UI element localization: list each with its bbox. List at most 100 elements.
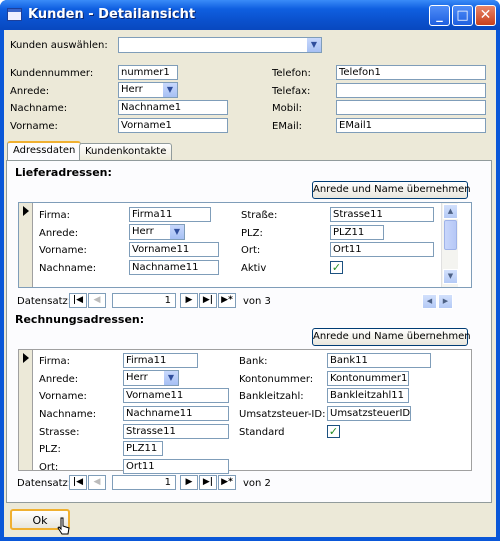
form-body: Kunden auswählen: ▼ Kundennummer: nummer… bbox=[4, 30, 496, 537]
scroll-right-icon[interactable]: ▶ bbox=[438, 294, 453, 309]
customer-select-label: Kunden auswählen: bbox=[10, 40, 108, 51]
liefer-firma-field[interactable]: Firma11 bbox=[129, 207, 211, 222]
lieferadressen-subform: Firma: Firma11 Anrede: Herr ▼ Vorname: Vo… bbox=[18, 202, 472, 288]
telefax-label: Telefax: bbox=[272, 86, 311, 97]
rechnung-anrede-value: Herr bbox=[126, 372, 148, 383]
liefer-nachname-field[interactable]: Nachname11 bbox=[129, 260, 219, 275]
rechnung-ort-field[interactable]: Ort11 bbox=[123, 459, 229, 474]
record-selector[interactable] bbox=[19, 203, 33, 287]
liefer-anrede-select[interactable]: Herr ▼ bbox=[129, 224, 185, 240]
rechnung-bank-field[interactable]: Bank11 bbox=[327, 353, 431, 368]
mobil-field[interactable] bbox=[336, 100, 486, 115]
new-record-icon[interactable]: ▶* bbox=[218, 475, 236, 490]
liefer-aktiv-checkbox[interactable]: ✓ bbox=[330, 261, 343, 274]
rechnung-firma-field[interactable]: Firma11 bbox=[123, 353, 198, 368]
rechnung-nachname-field[interactable]: Nachname11 bbox=[123, 406, 229, 421]
telefon-field[interactable]: Telefon1 bbox=[336, 65, 486, 80]
rechnung-copy-name-button[interactable]: Anrede und Name übernehmen bbox=[312, 328, 471, 346]
nachname-label: Nachname: bbox=[10, 103, 68, 114]
form-icon bbox=[7, 8, 22, 21]
rechnung-standard-label: Standard bbox=[239, 427, 285, 438]
rechnung-ust-field[interactable]: UmsatzsteuerID1 bbox=[327, 406, 411, 421]
rechnung-nav-label: Datensatz: bbox=[17, 478, 72, 489]
close-button[interactable]: ✕ bbox=[475, 5, 496, 26]
liefer-firma-label: Firma: bbox=[39, 210, 70, 221]
rechnungsadressen-heading: Rechnungsadressen: bbox=[15, 313, 145, 326]
rechnung-firma-label: Firma: bbox=[39, 356, 70, 367]
liefer-plz-label: PLZ: bbox=[241, 228, 263, 239]
vorname-field[interactable]: Vorname1 bbox=[118, 118, 228, 133]
rechnung-strasse-field[interactable]: Strasse11 bbox=[123, 424, 229, 439]
chevron-down-icon[interactable]: ▼ bbox=[163, 371, 178, 385]
nachname-field[interactable]: Nachname1 bbox=[118, 100, 228, 115]
liefer-copy-name-button[interactable]: Anrede und Name übernehmen bbox=[312, 181, 471, 199]
prev-record-icon[interactable]: ◀ bbox=[88, 475, 106, 490]
liefer-anrede-value: Herr bbox=[132, 226, 154, 237]
rechnung-vorname-label: Vorname: bbox=[39, 391, 87, 402]
liefer-vorname-label: Vorname: bbox=[39, 245, 87, 256]
prev-record-icon[interactable]: ◀ bbox=[88, 293, 106, 308]
liefer-plz-field[interactable]: PLZ11 bbox=[330, 225, 384, 240]
title-bar: Kunden - Detailansicht _ □ ✕ bbox=[0, 0, 500, 30]
customer-select[interactable]: ▼ bbox=[118, 37, 322, 53]
next-record-icon[interactable]: ▶ bbox=[180, 293, 198, 308]
kundennummer-label: Kundennummer: bbox=[10, 68, 94, 79]
email-field[interactable]: EMail1 bbox=[336, 118, 486, 133]
tab-adressdaten[interactable]: Adressdaten bbox=[7, 141, 82, 160]
rechnung-plz-field[interactable]: PLZ11 bbox=[123, 441, 163, 456]
rechnung-bank-label: Bank: bbox=[239, 356, 268, 367]
liefer-nav-label: Datensatz: bbox=[17, 296, 72, 307]
last-record-icon[interactable]: ▶| bbox=[199, 475, 217, 490]
liefer-vorname-field[interactable]: Vorname11 bbox=[129, 242, 219, 257]
new-record-icon[interactable]: ▶* bbox=[218, 293, 236, 308]
rechnung-blz-label: Bankleitzahl: bbox=[239, 391, 304, 402]
rechnung-konto-field[interactable]: Kontonummer11 bbox=[327, 371, 409, 386]
minimize-button[interactable]: _ bbox=[429, 5, 450, 26]
chevron-down-icon[interactable]: ▼ bbox=[169, 225, 184, 239]
liefer-strasse-field[interactable]: Strasse11 bbox=[330, 207, 434, 222]
email-label: EMail: bbox=[272, 121, 302, 132]
rechnung-nachname-label: Nachname: bbox=[39, 409, 97, 420]
rechnung-anrede-label: Anrede: bbox=[39, 374, 79, 385]
anrede-label: Anrede: bbox=[10, 86, 50, 97]
scroll-up-icon[interactable]: ▲ bbox=[443, 204, 458, 219]
first-record-icon[interactable]: |◀ bbox=[69, 293, 87, 308]
liefer-ort-label: Ort: bbox=[241, 245, 261, 256]
mouse-cursor-icon bbox=[57, 517, 70, 535]
rechnung-vorname-field[interactable]: Vorname11 bbox=[123, 388, 229, 403]
liefer-strasse-label: Straße: bbox=[241, 210, 278, 221]
first-record-icon[interactable]: |◀ bbox=[69, 475, 87, 490]
maximize-button[interactable]: □ bbox=[452, 5, 473, 26]
rechnung-record-count: von 2 bbox=[243, 478, 271, 489]
rechnung-ust-label: Umsatzsteuer-ID: bbox=[239, 409, 326, 420]
rechnung-anrede-select[interactable]: Herr ▼ bbox=[123, 370, 179, 386]
tab-panel: Lieferadressen: Anrede und Name übernehm… bbox=[6, 160, 492, 503]
rechnung-plz-label: PLZ: bbox=[39, 444, 61, 455]
scroll-thumb[interactable] bbox=[444, 220, 457, 250]
liefer-nachname-label: Nachname: bbox=[39, 263, 97, 274]
chevron-down-icon[interactable]: ▼ bbox=[306, 38, 321, 52]
rechnung-konto-label: Kontonummer: bbox=[239, 374, 314, 385]
kundennummer-field[interactable]: nummer1 bbox=[118, 65, 178, 80]
scroll-left-icon[interactable]: ◀ bbox=[422, 294, 437, 309]
telefax-field[interactable] bbox=[336, 83, 486, 98]
current-record-icon bbox=[23, 353, 29, 363]
liefer-ort-field[interactable]: Ort11 bbox=[330, 242, 434, 257]
scroll-down-icon[interactable]: ▼ bbox=[443, 269, 458, 284]
record-selector[interactable] bbox=[19, 350, 33, 470]
rechnung-record-number[interactable]: 1 bbox=[112, 475, 176, 490]
current-record-icon bbox=[23, 206, 29, 216]
next-record-icon[interactable]: ▶ bbox=[180, 475, 198, 490]
anrede-value: Herr bbox=[121, 84, 143, 95]
telefon-label: Telefon: bbox=[272, 68, 311, 79]
rechnungsadressen-subform: Firma: Firma11 Anrede: Herr ▼ Vorname: Vo… bbox=[18, 349, 472, 474]
chevron-down-icon[interactable]: ▼ bbox=[162, 83, 177, 97]
last-record-icon[interactable]: ▶| bbox=[199, 293, 217, 308]
rechnung-blz-field[interactable]: Bankleitzahl11 bbox=[327, 388, 409, 403]
vorname-label: Vorname: bbox=[10, 121, 58, 132]
tab-kundenkontakte[interactable]: Kundenkontakte bbox=[79, 143, 173, 160]
rechnung-standard-checkbox[interactable]: ✓ bbox=[327, 425, 340, 438]
liefer-vertical-scrollbar[interactable]: ▲ ▼ bbox=[441, 203, 458, 287]
anrede-select[interactable]: Herr ▼ bbox=[118, 82, 178, 98]
liefer-record-number[interactable]: 1 bbox=[112, 293, 176, 308]
